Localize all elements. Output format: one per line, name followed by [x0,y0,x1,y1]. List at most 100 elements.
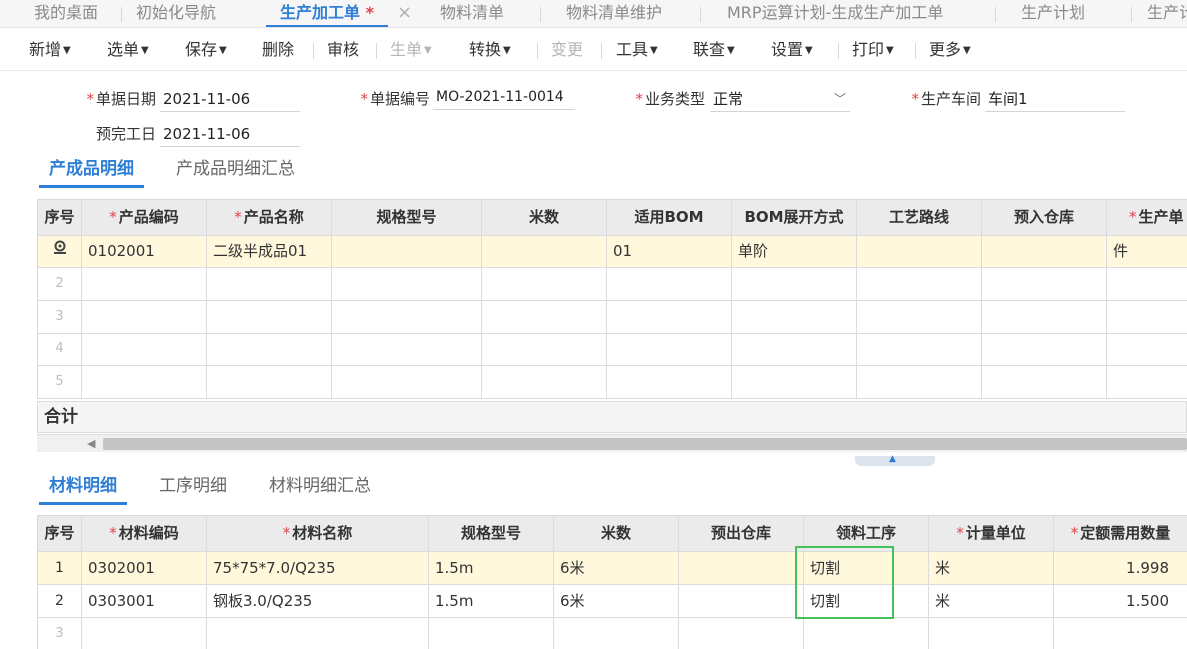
scrollbar-thumb[interactable] [103,438,1187,450]
material-name-cell[interactable]: 钢板3.0/Q235 [207,585,429,618]
product-code-cell[interactable] [82,268,207,301]
biz-type-select[interactable]: 正常 ﹀ [710,86,850,112]
col-header-bom[interactable]: 适用BOM [607,200,732,236]
bom-cell[interactable] [607,365,732,399]
product-code-cell[interactable] [82,300,207,334]
due-date-field[interactable]: 2021-11-06 [160,121,300,147]
warehouse-cell[interactable] [982,365,1107,399]
pick-process-cell[interactable] [804,618,929,649]
col-header-warehouse[interactable]: 预入仓库 [982,200,1107,236]
col-header-material-name[interactable]: * 材料名称 [207,516,429,552]
meters-cell[interactable] [482,333,607,366]
tab-production-plan[interactable]: 生产计划 [1021,0,1085,27]
product-grid-hscrollbar[interactable]: ◀ [37,434,1187,452]
col-header-meters[interactable]: 米数 [482,200,607,236]
route-cell[interactable] [857,268,982,301]
bom-mode-cell[interactable] [732,268,857,301]
col-header-product-name[interactable]: * 产品名称 [207,200,332,236]
material-name-cell[interactable]: 75*75*7.0/Q235 [207,552,429,585]
product-name-cell[interactable] [207,333,332,366]
col-header-pick-process[interactable]: 领料工序 [804,516,929,552]
route-cell[interactable] [857,236,982,268]
out-warehouse-cell[interactable] [679,585,804,618]
tab-init-guide[interactable]: 初始化导航 [136,0,216,27]
spec-cell[interactable]: 1.5m [429,552,554,585]
bom-cell[interactable] [607,268,732,301]
tab-bom-maintain[interactable]: 物料清单维护 [566,0,662,27]
meters-cell[interactable] [482,300,607,334]
spec-cell[interactable] [332,236,482,268]
product-name-cell[interactable] [207,268,332,301]
bom-cell[interactable] [607,333,732,366]
chevron-up-icon[interactable]: ▲ [889,454,896,464]
workshop-field[interactable]: 车间1 [985,86,1125,112]
row-settings-button[interactable] [38,236,82,268]
warehouse-cell[interactable] [982,268,1107,301]
tab-production-plan-2[interactable]: 生产计 [1147,0,1187,27]
link-query-button[interactable]: 联查 ▼ [693,29,735,71]
spec-cell[interactable] [332,333,482,366]
col-header-route[interactable]: 工艺路线 [857,200,982,236]
material-code-cell[interactable] [82,618,207,649]
quota-qty-cell[interactable]: 1.500 [1054,585,1187,618]
tab-mrp-plan[interactable]: MRP运算计划-生成生产加工单 [727,0,943,27]
col-header-product-code[interactable]: * 产品编码 [82,200,207,236]
bom-mode-cell[interactable] [732,333,857,366]
tab-my-desktop[interactable]: 我的桌面 [34,0,98,27]
route-cell[interactable] [857,365,982,399]
change-button[interactable]: 变更 [551,29,583,71]
col-header-uom[interactable]: * 计量单位 [929,516,1054,552]
unit-cell[interactable] [1107,366,1187,399]
spec-cell[interactable] [332,300,482,334]
audit-button[interactable]: 审核 [327,29,359,71]
uom-cell[interactable]: 米 [929,585,1054,618]
product-code-cell[interactable]: 0102001 [82,236,207,268]
meters-cell[interactable] [554,618,679,649]
doc-no-field[interactable]: MO-2021-11-0014 [433,84,575,110]
bom-cell[interactable]: 01 [607,236,732,268]
spec-cell[interactable]: 1.5m [429,585,554,618]
route-cell[interactable] [857,333,982,366]
unit-cell[interactable] [1107,333,1187,366]
print-button[interactable]: 打印 ▼ [852,29,894,71]
unit-cell[interactable]: 件 [1107,236,1187,268]
bom-mode-cell[interactable] [732,365,857,399]
scroll-left-icon[interactable]: ◀ [87,437,95,450]
bom-mode-cell[interactable]: 单阶 [732,236,857,268]
more-button[interactable]: 更多 ▼ [929,29,971,71]
col-header-unit[interactable]: * 生产单 [1107,200,1187,236]
route-cell[interactable] [857,300,982,334]
meters-cell[interactable]: 6米 [554,552,679,585]
tab-product-detail[interactable]: 产成品明细 [39,152,144,188]
meters-cell[interactable] [482,365,607,399]
select-doc-button[interactable]: 选单 ▼ [107,29,149,71]
warehouse-cell[interactable] [982,236,1107,268]
product-code-cell[interactable] [82,333,207,366]
product-code-cell[interactable] [82,365,207,399]
bom-mode-cell[interactable] [732,300,857,334]
new-button[interactable]: 新增 ▼ [29,29,71,71]
warehouse-cell[interactable] [982,300,1107,334]
pick-process-cell[interactable]: 切割 [804,552,929,585]
meters-cell[interactable]: 6米 [554,585,679,618]
tab-process-detail[interactable]: 工序明细 [159,469,227,505]
col-header-quota-qty[interactable]: * 定额需用数量 [1054,516,1187,552]
tab-material-detail[interactable]: 材料明细 [39,469,127,505]
close-icon[interactable]: × [397,0,412,27]
bom-cell[interactable] [607,300,732,334]
out-warehouse-cell[interactable] [679,552,804,585]
warehouse-cell[interactable] [982,333,1107,366]
uom-cell[interactable] [929,618,1054,649]
product-name-cell[interactable] [207,300,332,334]
unit-cell[interactable] [1107,301,1187,334]
tools-button[interactable]: 工具 ▼ [616,29,658,71]
col-header-out-warehouse[interactable]: 预出仓库 [679,516,804,552]
convert-button[interactable]: 转换 ▼ [469,29,511,71]
settings-button[interactable]: 设置 ▼ [771,29,813,71]
out-warehouse-cell[interactable] [679,618,804,649]
spec-cell[interactable] [429,618,554,649]
meters-cell[interactable] [482,268,607,301]
spec-cell[interactable] [332,365,482,399]
col-header-meters[interactable]: 米数 [554,516,679,552]
quota-qty-cell[interactable]: 1.998 [1054,552,1187,585]
